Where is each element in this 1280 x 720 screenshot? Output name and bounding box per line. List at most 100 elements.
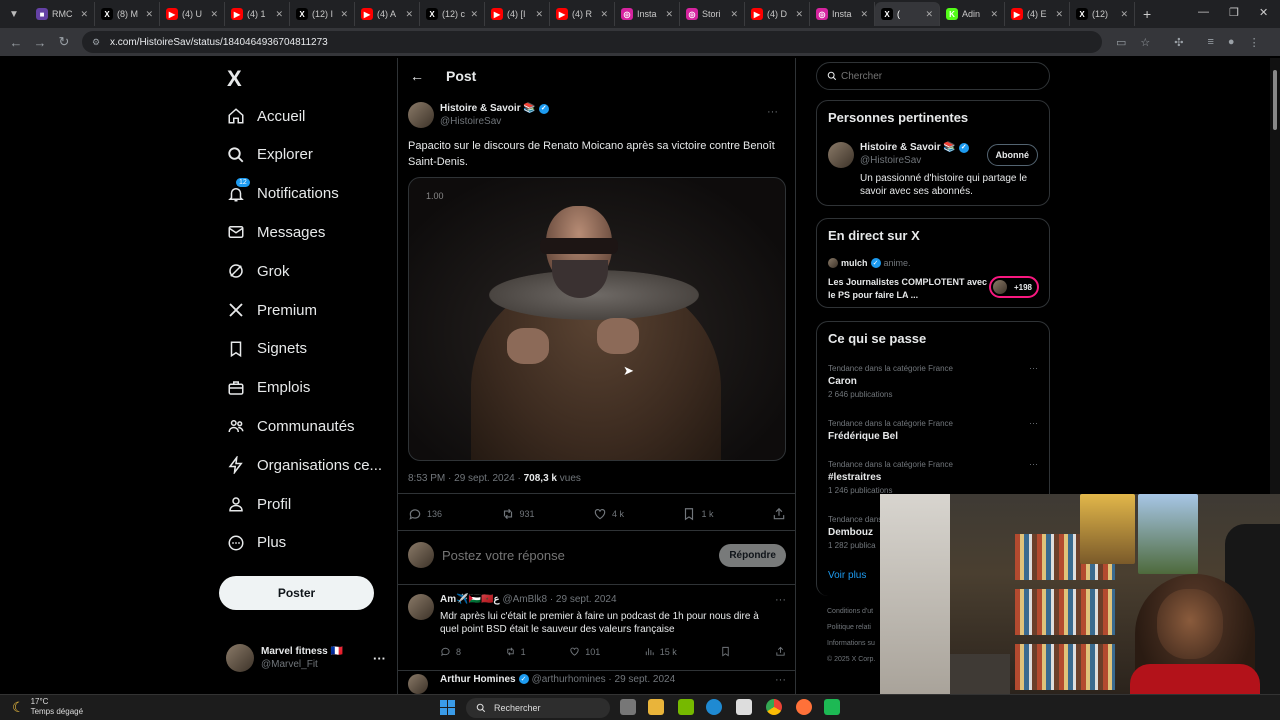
avatar[interactable] <box>408 674 428 694</box>
extensions-icon[interactable]: ✣ <box>1174 36 1183 49</box>
browser-tab[interactable]: X (8) M ✕ <box>95 2 160 26</box>
post-button[interactable]: Poster <box>219 576 374 610</box>
sidebar-item-communautés[interactable]: Communautés <box>227 411 355 441</box>
tab-close-icon[interactable]: ✕ <box>470 9 478 20</box>
browser-tab[interactable]: ■ RMC ✕ <box>30 2 95 26</box>
person-handle[interactable]: @HistoireSav <box>860 154 969 167</box>
task-view-icon[interactable] <box>620 699 636 715</box>
account-switcher[interactable]: Marvel fitness 🇫🇷 @Marvel_Fit ··· <box>226 643 386 673</box>
footer-link[interactable]: Informations su <box>827 636 875 652</box>
sidebar-item-profil[interactable]: Profil <box>227 489 291 519</box>
share-button[interactable] <box>772 507 786 521</box>
browser-tab[interactable]: ▶ (4) D ✕ <box>745 2 810 26</box>
tab-close-icon[interactable]: ✕ <box>210 9 218 20</box>
tab-close-icon[interactable]: ✕ <box>1055 9 1063 20</box>
media-control-icon[interactable]: ≡ <box>1208 36 1214 48</box>
install-icon[interactable]: ▭ <box>1116 36 1126 49</box>
bookmark-button[interactable]: 1 k <box>682 507 714 521</box>
tweet-time[interactable]: 8:53 PM · 29 sept. 2024 · <box>408 473 524 484</box>
search-input[interactable] <box>841 70 1031 82</box>
new-tab-icon[interactable]: + <box>1143 6 1151 22</box>
site-info-icon[interactable]: ⚙ <box>92 37 104 48</box>
minimize-icon[interactable]: — <box>1198 6 1209 18</box>
more-icon[interactable]: ··· <box>1029 363 1038 373</box>
reply-submit-button[interactable]: Répondre <box>719 543 786 567</box>
sidebar-item-accueil[interactable]: Accueil <box>227 101 305 131</box>
avatar[interactable] <box>408 594 434 620</box>
tab-close-icon[interactable]: ✕ <box>80 9 88 20</box>
reply-author-handle[interactable]: @arthurhomines · 29 sept. 2024 <box>532 674 676 685</box>
live-title[interactable]: Les Journalistes COMPLOTENT avec le PS p… <box>828 276 988 302</box>
tab-close-icon[interactable]: ✕ <box>600 9 608 20</box>
tab-search-icon[interactable]: ▼ <box>4 4 24 24</box>
browser-tab[interactable]: ▶ (4) [I ✕ <box>485 2 550 26</box>
browser-tab[interactable]: X (✕ <box>875 2 940 26</box>
app-icon[interactable] <box>824 699 840 715</box>
share-button[interactable] <box>775 646 786 657</box>
file-explorer-icon[interactable] <box>648 699 664 715</box>
sidebar-item-plus[interactable]: Plus <box>227 528 286 558</box>
more-icon[interactable]: ··· <box>775 594 786 606</box>
tab-close-icon[interactable]: ✕ <box>795 9 803 20</box>
views-button[interactable]: 15 k <box>644 646 677 657</box>
reply-author-name[interactable]: Am✈️🇵🇸🇲🇦ع <box>440 594 499 605</box>
person-name[interactable]: Histoire & Savoir 📚 <box>860 141 956 154</box>
sidebar-item-messages[interactable]: Messages <box>227 217 325 247</box>
following-button[interactable]: Abonné <box>986 144 1038 166</box>
reply-button[interactable]: 8 <box>440 646 461 657</box>
reply-button[interactable]: 136 <box>408 507 442 521</box>
avatar[interactable] <box>408 102 434 128</box>
browser-tab[interactable]: ▶ (4) E ✕ <box>1005 2 1070 26</box>
tab-close-icon[interactable]: ✕ <box>990 9 998 20</box>
like-button[interactable]: 4 k <box>593 507 624 521</box>
like-button[interactable]: 101 <box>569 646 600 657</box>
star-icon[interactable]: ☆ <box>1140 36 1150 49</box>
author-handle[interactable]: @HistoireSav <box>440 115 549 128</box>
trend-item[interactable]: Tendance dans la catégorie France #lestra… <box>828 459 1038 497</box>
repost-button[interactable]: 931 <box>501 507 535 521</box>
sidebar-item-emplois[interactable]: Emplois <box>227 373 310 403</box>
chrome-icon[interactable] <box>766 699 782 715</box>
close-window-icon[interactable]: ✕ <box>1259 6 1268 19</box>
footer-link[interactable]: Conditions d'ut <box>827 604 875 620</box>
tab-close-icon[interactable]: ✕ <box>1120 9 1128 20</box>
x-logo-icon[interactable]: X <box>227 66 242 92</box>
browser-tab[interactable]: K Adin ✕ <box>940 2 1005 26</box>
browser-tab[interactable]: ▶ (4) A ✕ <box>355 2 420 26</box>
scroll-thumb[interactable] <box>1273 70 1277 130</box>
browser-tab[interactable]: ▶ (4) R ✕ <box>550 2 615 26</box>
browser-tab[interactable]: X (12) c ✕ <box>420 2 485 26</box>
profile-icon[interactable]: ● <box>1228 36 1235 48</box>
back-arrow-icon[interactable]: ← <box>410 68 424 84</box>
sidebar-item-signets[interactable]: Signets <box>227 334 307 364</box>
browser-menu-icon[interactable]: ⋮ <box>1249 36 1260 49</box>
more-icon[interactable]: ··· <box>775 674 786 686</box>
sidebar-item-notifications[interactable]: 12 Notifications <box>227 177 339 209</box>
reply-author-name[interactable]: Arthur Homines <box>440 674 516 685</box>
sidebar-item-explorer[interactable]: Explorer <box>227 140 313 170</box>
bookmark-button[interactable] <box>720 646 731 657</box>
avatar[interactable] <box>828 142 854 168</box>
url-field[interactable]: ⚙ x.com/HistoireSav/status/1840464936704… <box>82 31 1102 53</box>
tab-close-icon[interactable]: ✕ <box>405 9 413 20</box>
browser-tab[interactable]: ▶ (4) 1 ✕ <box>225 2 290 26</box>
weather-widget[interactable]: ☾ 17°C Temps dégagé <box>12 697 83 717</box>
footer-link[interactable]: Politique relati <box>827 620 875 636</box>
browser-tab[interactable]: ◎ Stori ✕ <box>680 2 745 26</box>
more-icon[interactable]: ··· <box>1029 459 1038 469</box>
more-icon[interactable]: ··· <box>1029 418 1038 428</box>
tab-close-icon[interactable]: ✕ <box>145 9 153 20</box>
tweet-author[interactable]: Histoire & Savoir 📚 ✓ @HistoireSav ··· <box>408 100 788 130</box>
tab-close-icon[interactable]: ✕ <box>340 9 348 20</box>
trend-item[interactable]: Tendance dans la catégorie France Caron 2 … <box>828 363 1038 401</box>
firefox-icon[interactable] <box>796 699 812 715</box>
sidebar-item-grok[interactable]: Grok <box>227 256 290 286</box>
tab-close-icon[interactable]: ✕ <box>730 9 738 20</box>
show-more-link[interactable]: Voir plus <box>828 570 866 581</box>
windows-start-icon[interactable] <box>440 700 455 715</box>
browser-tab[interactable]: ▶ (4) U ✕ <box>160 2 225 26</box>
tab-close-icon[interactable]: ✕ <box>275 9 283 20</box>
taskbar-search[interactable]: Rechercher <box>466 698 610 718</box>
browser-tab[interactable]: X (12) I ✕ <box>290 2 355 26</box>
list-item[interactable]: Arthur Homines ✓ @arthurhomines · 29 sep… <box>408 674 786 694</box>
